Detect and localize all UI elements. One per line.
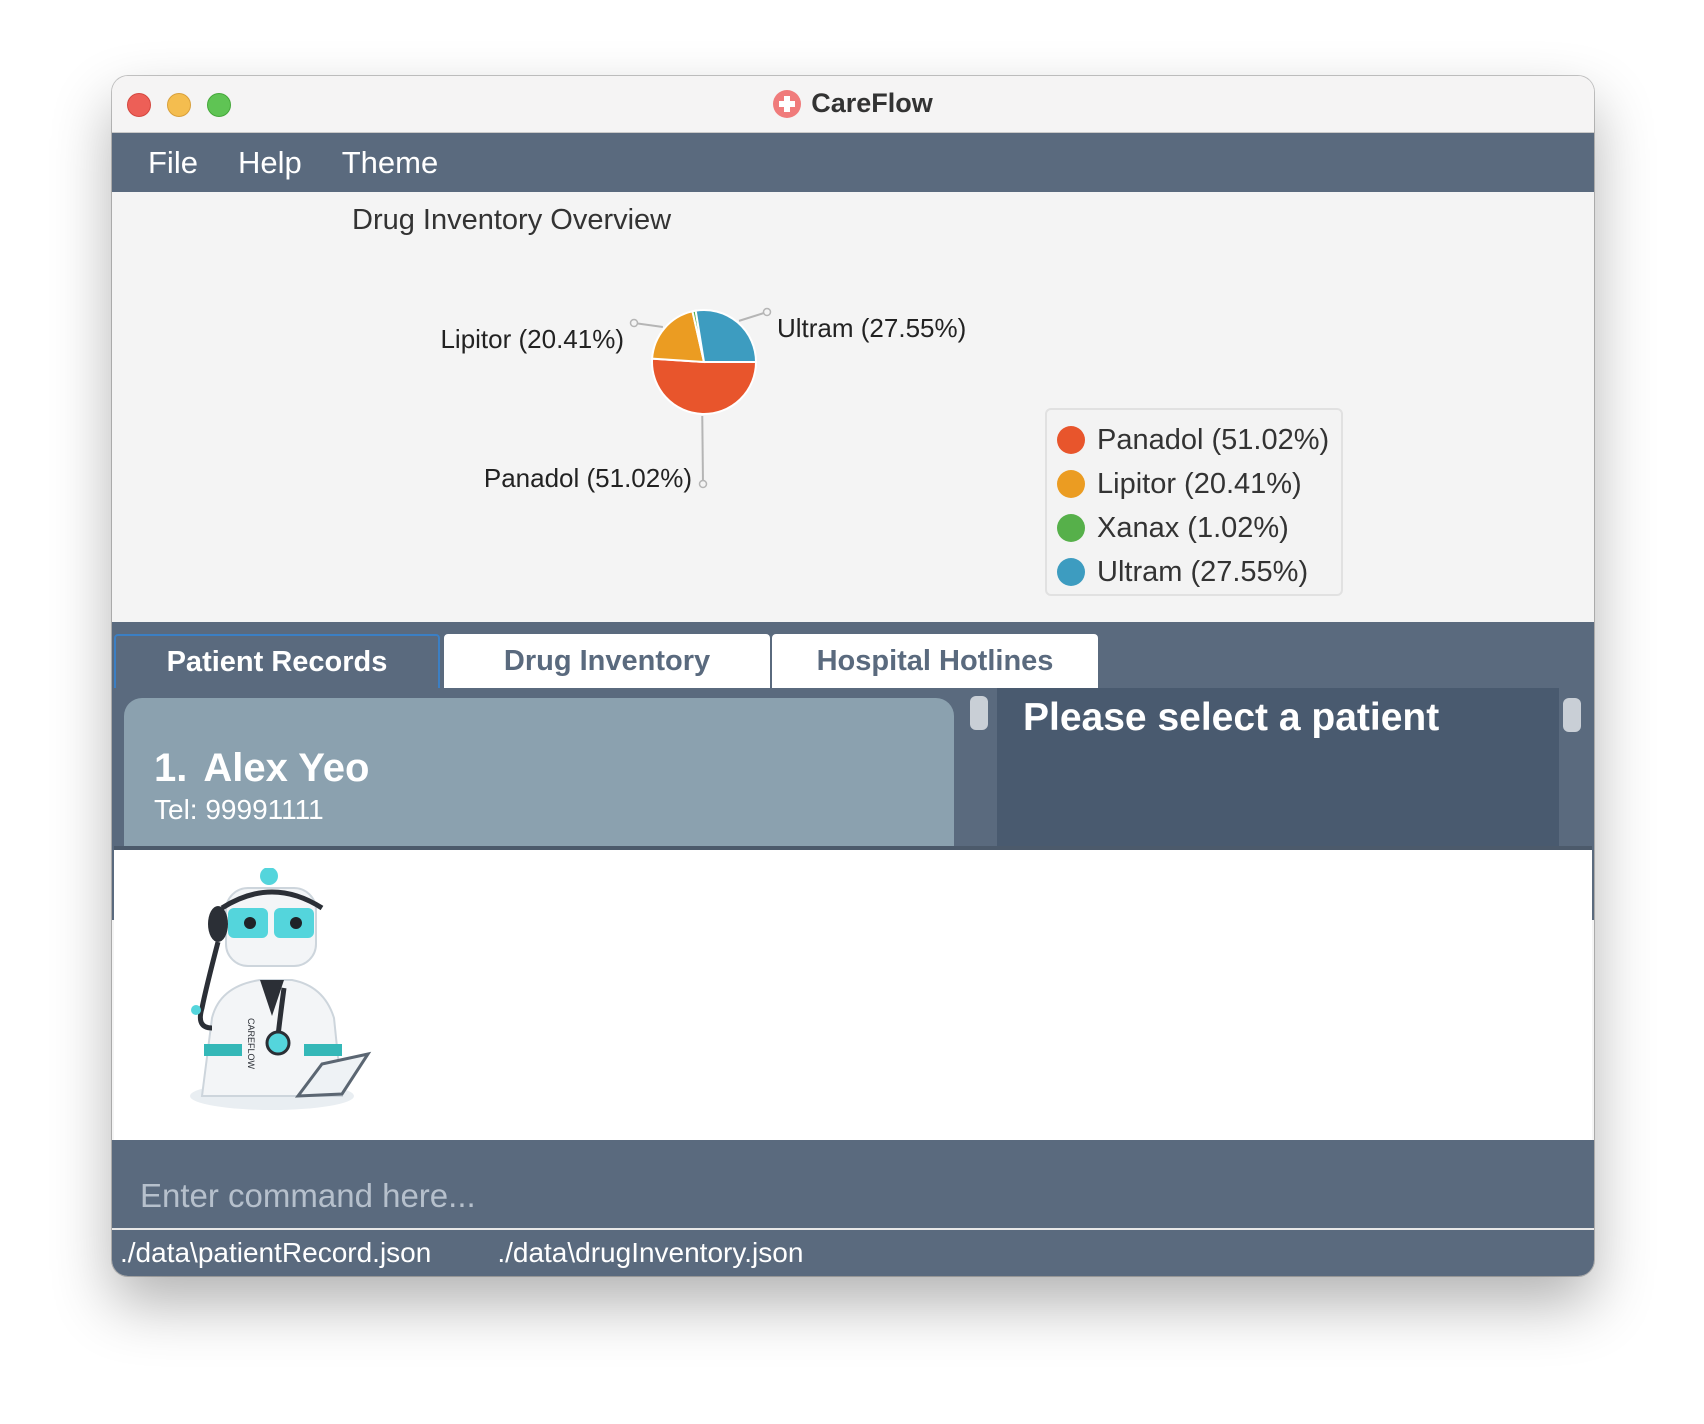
app-window: CareFlow File Help Theme Drug Inventory …: [112, 76, 1594, 1276]
window-title: CareFlow: [112, 88, 1594, 119]
menu-help[interactable]: Help: [238, 145, 302, 181]
menu-bar: File Help Theme: [112, 133, 1594, 192]
patient-file-path: ./data\patientRecord.json: [120, 1237, 432, 1268]
status-bar: ./data\patientRecord.json ./data\drugInv…: [112, 1230, 1594, 1276]
menu-file[interactable]: File: [148, 145, 198, 181]
pie-slice-panadol: [651, 357, 758, 415]
legend-swatch: [1057, 514, 1085, 542]
drug-inventory-chart: Drug Inventory Overview Panadol (51.02%)…: [112, 192, 1594, 622]
pie-callout-line: [701, 415, 704, 485]
detail-scrollbar[interactable]: [1563, 698, 1581, 732]
tab-drug-inventory[interactable]: Drug Inventory: [444, 634, 770, 688]
pie-label-panadol: Panadol (51.02%): [484, 463, 692, 493]
legend-label: Panadol (51.02%): [1097, 423, 1330, 456]
pie-callout-dot: [629, 318, 639, 328]
legend-item-lipitor: Lipitor (20.41%): [1057, 462, 1331, 506]
mascot-coat-text: CAREFLOW: [246, 1018, 256, 1070]
legend-item-panadol: Panadol (51.02%): [1057, 418, 1331, 462]
doctor-robot-mascot: CAREFLOW: [190, 868, 372, 1110]
menu-theme[interactable]: Theme: [342, 145, 438, 181]
patient-card[interactable]: 1. Alex Yeo Tel: 99991111: [124, 698, 954, 868]
patient-name: Alex Yeo: [203, 746, 370, 790]
command-box: [112, 1140, 1594, 1230]
legend-swatch: [1057, 558, 1085, 586]
app-logo-icon: [773, 89, 802, 118]
legend-label: Ultram (27.55%): [1097, 555, 1309, 588]
tab-patient-records[interactable]: Patient Records: [114, 634, 440, 688]
drug-file-path: ./data\drugInventory.json: [497, 1237, 804, 1268]
legend-label: Lipitor (20.41%): [1097, 467, 1302, 500]
title-bar[interactable]: CareFlow: [112, 76, 1594, 133]
patient-phone: Tel: 99991111: [154, 794, 324, 825]
legend-item-xanax: Xanax (1.02%): [1057, 506, 1331, 550]
legend-item-ultram: Ultram (27.55%): [1057, 550, 1331, 594]
command-input[interactable]: [112, 1164, 1594, 1228]
legend-swatch: [1057, 470, 1085, 498]
patient-index: 1.: [154, 746, 188, 790]
pie-callout-line: [633, 322, 664, 328]
legend-swatch: [1057, 426, 1085, 454]
result-display: CAREFLOW: [114, 846, 1592, 1140]
patient-name-line: 1. Alex Yeo: [154, 746, 369, 791]
pie-callout-dot: [698, 479, 708, 489]
window-title-text: CareFlow: [811, 88, 933, 118]
detail-placeholder: Please select a patient: [1023, 696, 1440, 739]
pie-label-ultram: Ultram (27.55%): [777, 313, 966, 343]
legend-label: Xanax (1.02%): [1097, 511, 1289, 544]
chart-legend: Panadol (51.02%) Lipitor (20.41%) Xanax …: [1045, 408, 1343, 596]
pie-chart: Panadol (51.02%) Lipitor (20.41%) Ultram (…: [440, 307, 966, 493]
patient-list-scrollbar[interactable]: [970, 696, 988, 730]
pie-callout-line: [738, 311, 768, 322]
pie-callout-dot: [762, 307, 772, 317]
tab-hospital-hotlines[interactable]: Hospital Hotlines: [772, 634, 1098, 688]
pie-label-lipitor: Lipitor (20.41%): [440, 324, 624, 354]
